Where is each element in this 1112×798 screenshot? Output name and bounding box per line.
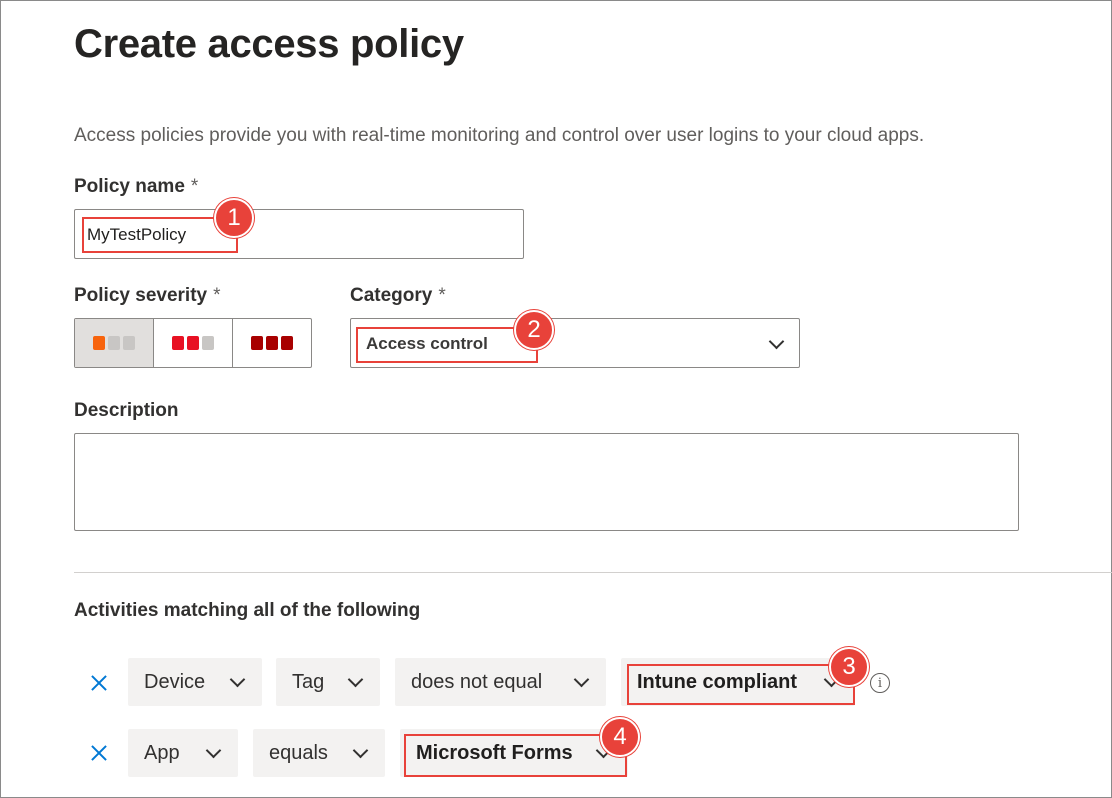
chevron-down-icon bbox=[205, 742, 222, 759]
filter-operator-value: equals bbox=[269, 742, 328, 764]
severity-low-button[interactable] bbox=[75, 319, 153, 367]
callout-badge-1: 1 bbox=[214, 198, 254, 238]
filter-operator-value: does not equal bbox=[411, 671, 543, 693]
remove-filter-icon[interactable] bbox=[89, 673, 109, 693]
description-textarea[interactable] bbox=[74, 433, 1019, 531]
severity-square bbox=[172, 336, 184, 350]
chevron-down-icon bbox=[573, 671, 590, 688]
chevron-down-icon bbox=[768, 333, 785, 350]
severity-high-button[interactable] bbox=[232, 319, 311, 367]
required-mark: * bbox=[190, 176, 199, 197]
severity-square bbox=[108, 336, 120, 350]
callout-badge-4: 4 bbox=[600, 717, 640, 757]
chevron-down-icon bbox=[229, 671, 246, 688]
filter-subfield-value: Tag bbox=[292, 671, 325, 693]
filter-operator-dropdown[interactable]: equals bbox=[253, 729, 385, 777]
policy-severity-label-text: Policy severity bbox=[74, 285, 208, 306]
severity-square bbox=[266, 336, 278, 350]
filter-field-value: App bbox=[144, 742, 180, 764]
severity-square bbox=[281, 336, 293, 350]
callout-highlight-4 bbox=[404, 734, 627, 777]
required-mark: * bbox=[438, 285, 446, 306]
info-icon[interactable]: i bbox=[870, 673, 890, 693]
severity-square bbox=[93, 336, 105, 350]
page-description: Access policies provide you with real-ti… bbox=[74, 125, 925, 146]
policy-name-label-text: Policy name bbox=[74, 176, 185, 197]
policy-name-label: Policy name * bbox=[74, 176, 198, 198]
category-label-text: Category bbox=[350, 285, 433, 306]
category-label: Category * bbox=[350, 285, 446, 307]
filter-field-dropdown[interactable]: App bbox=[128, 729, 238, 777]
filter-operator-dropdown[interactable]: does not equal bbox=[395, 658, 606, 706]
remove-filter-icon[interactable] bbox=[89, 743, 109, 763]
callout-highlight-2 bbox=[356, 327, 538, 363]
description-label: Description bbox=[74, 400, 179, 421]
severity-square bbox=[202, 336, 214, 350]
severity-selector bbox=[74, 318, 312, 368]
severity-square bbox=[187, 336, 199, 350]
section-divider bbox=[74, 572, 1112, 573]
severity-square bbox=[123, 336, 135, 350]
callout-badge-3: 3 bbox=[829, 647, 869, 687]
callout-badge-2: 2 bbox=[514, 310, 554, 350]
severity-medium-button[interactable] bbox=[153, 319, 232, 367]
filter-field-value: Device bbox=[144, 671, 206, 693]
required-mark: * bbox=[213, 285, 221, 306]
filter-field-dropdown[interactable]: Device bbox=[128, 658, 262, 706]
chevron-down-icon bbox=[347, 671, 364, 688]
chevron-down-icon bbox=[352, 742, 369, 759]
callout-highlight-3 bbox=[627, 664, 855, 705]
filter-subfield-dropdown[interactable]: Tag bbox=[276, 658, 380, 706]
activities-heading: Activities matching all of the following bbox=[74, 600, 421, 621]
policy-severity-label: Policy severity * bbox=[74, 285, 221, 307]
page-title: Create access policy bbox=[74, 22, 464, 66]
severity-square bbox=[251, 336, 263, 350]
